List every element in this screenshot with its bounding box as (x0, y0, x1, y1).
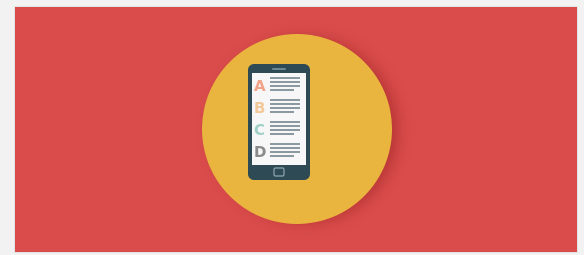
option-letter-d: D (254, 143, 266, 161)
option-letter-c: C (254, 121, 265, 139)
phone-speaker (272, 68, 286, 70)
option-letter-a: A (254, 77, 266, 95)
mobile-quiz-icon: A B C D (248, 64, 310, 180)
option-letter-b: B (254, 99, 265, 117)
thumbnail-frame: A B C D (0, 0, 584, 255)
